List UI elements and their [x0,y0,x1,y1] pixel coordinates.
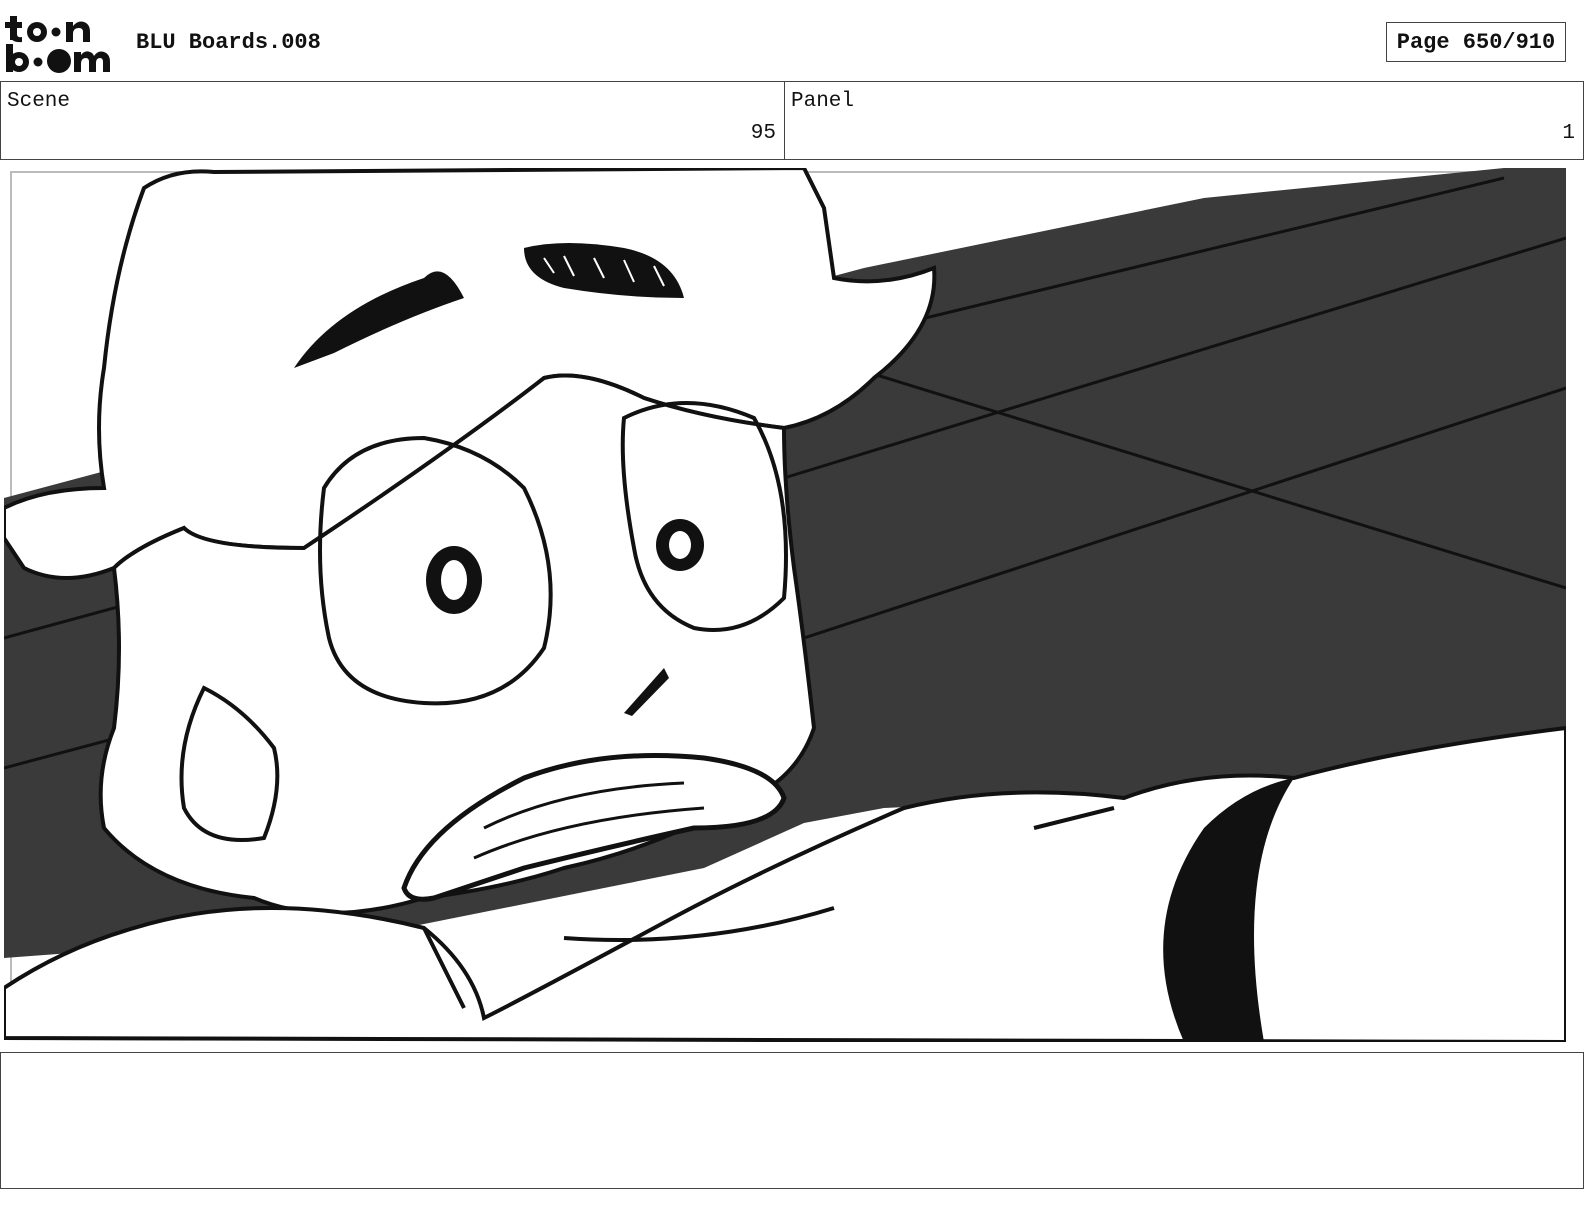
scene-cell: Scene 95 [0,81,785,160]
storyboard-sketch [4,168,1566,1042]
document-title: BLU Boards.008 [136,30,321,55]
page-counter: Page 650/910 [1386,22,1566,62]
panel-label: Panel [791,90,855,113]
scene-number: 95 [750,122,776,145]
header: BLU Boards.008 Page 650/910 [0,0,1584,82]
toonboom-logo [4,14,116,74]
scene-panel-info: Scene 95 Panel 1 [0,81,1584,160]
notes-box [0,1052,1584,1189]
scene-label: Scene [7,90,71,113]
panel-number: 1 [1562,122,1575,145]
storyboard-panel-image [4,168,1566,1042]
panel-cell: Panel 1 [784,81,1584,160]
